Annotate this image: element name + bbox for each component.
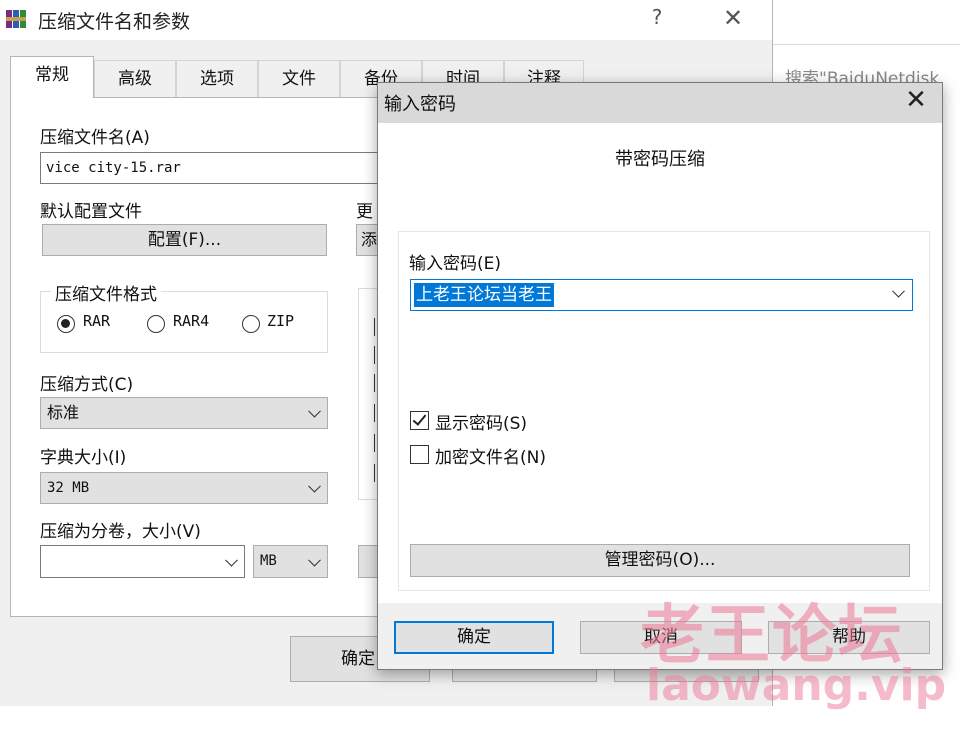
- encrypt-file-names-label[interactable]: 加密文件名(N): [435, 443, 546, 468]
- show-password-checkbox[interactable]: [410, 411, 429, 430]
- chevron-down-icon[interactable]: [892, 284, 905, 298]
- split-volume-unit-select[interactable]: MB: [253, 545, 328, 578]
- split-volume-size-input[interactable]: [40, 545, 245, 578]
- background-divider: [772, 44, 960, 45]
- compression-method-label: 压缩方式(C): [40, 375, 134, 395]
- format-zip-radio[interactable]: [242, 315, 260, 333]
- password-input-label: 输入密码(E): [409, 254, 502, 274]
- chevron-down-icon: [308, 404, 321, 418]
- tab-general[interactable]: 常规: [10, 56, 94, 98]
- chevron-down-icon: [308, 479, 321, 493]
- archive-name-input[interactable]: vice city-15.rar: [40, 152, 385, 184]
- compression-method-value: 标准: [47, 403, 80, 422]
- format-rar4-label: RAR4: [173, 312, 210, 330]
- close-icon[interactable]: ✕: [715, 4, 751, 34]
- update-mode-label: 更: [356, 202, 373, 222]
- title-bar: 压缩文件名和参数 ? ✕: [0, 0, 772, 40]
- archive-name-label: 压缩文件名(A): [40, 128, 150, 148]
- password-ok-button[interactable]: 确定: [394, 621, 554, 654]
- watermark-url-text: laowang.vip: [646, 660, 947, 711]
- password-dialog-title: 输入密码: [384, 94, 456, 115]
- profiles-button[interactable]: 配置(F)...: [42, 224, 327, 256]
- format-zip-label: ZIP: [267, 312, 295, 330]
- close-icon[interactable]: ✕: [898, 85, 934, 119]
- format-rar-radio[interactable]: [57, 315, 75, 333]
- format-rar-label: RAR: [83, 312, 111, 330]
- password-dialog-title-bar: 输入密码 ✕: [378, 83, 942, 123]
- dictionary-size-select[interactable]: 32 MB: [40, 472, 328, 504]
- split-volume-unit-value: MB: [260, 553, 277, 569]
- chevron-down-icon: [225, 553, 238, 567]
- winrar-app-icon: [6, 8, 28, 30]
- enter-password-dialog: 输入密码 ✕ 带密码压缩 输入密码(E) 上老王论坛当老王 显示密码(S) 加密…: [377, 82, 943, 670]
- dictionary-size-label: 字典大小(I): [40, 448, 127, 468]
- tab-advanced[interactable]: 高级: [94, 60, 176, 97]
- dictionary-size-value: 32 MB: [47, 480, 90, 496]
- help-icon[interactable]: ?: [645, 5, 669, 33]
- dialog-title: 压缩文件名和参数: [38, 11, 191, 33]
- show-password-label[interactable]: 显示密码(S): [435, 409, 527, 434]
- organize-passwords-button[interactable]: 管理密码(O)...: [410, 544, 910, 577]
- tab-options[interactable]: 选项: [176, 60, 258, 97]
- password-input[interactable]: 上老王论坛当老王: [410, 279, 913, 311]
- archive-format-group-label: 压缩文件格式: [51, 280, 161, 305]
- default-profile-label: 默认配置文件: [40, 202, 142, 222]
- password-dialog-heading: 带密码压缩: [615, 149, 705, 170]
- split-volume-label: 压缩为分卷，大小(V): [40, 522, 201, 542]
- format-rar4-radio[interactable]: [147, 315, 165, 333]
- chevron-down-icon: [308, 553, 321, 567]
- encrypt-file-names-checkbox[interactable]: [410, 445, 429, 464]
- password-input-value: 上老王论坛当老王: [414, 283, 554, 307]
- compression-method-select[interactable]: 标准: [40, 397, 328, 429]
- tab-files[interactable]: 文件: [258, 60, 340, 97]
